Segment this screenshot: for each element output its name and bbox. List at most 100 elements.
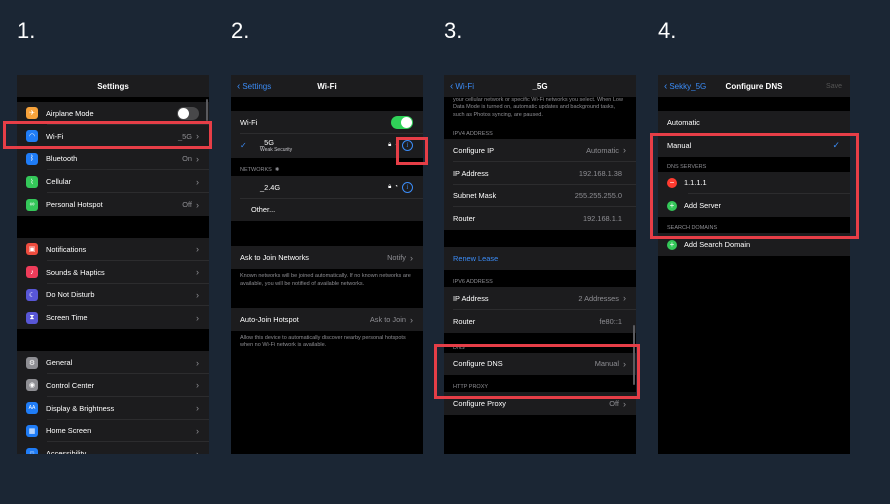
settings-row-label: Airplane Mode	[46, 108, 94, 118]
network-name: _2.4G	[260, 182, 281, 192]
chevron-right-icon: ›	[196, 199, 199, 210]
display-icon: AA	[26, 402, 38, 415]
highlight-info-button	[396, 137, 428, 165]
hotspot-icon: ∞	[26, 198, 38, 211]
router-label: Router	[453, 214, 476, 224]
configure-ip-label: Configure IP	[453, 145, 495, 155]
chevron-right-icon: ›	[196, 425, 199, 436]
ipv6-address-row[interactable]: IP Address 2 Addresses ›	[444, 286, 636, 310]
automatic-label: Automatic	[667, 117, 700, 127]
chevron-left-icon: ‹	[664, 80, 668, 92]
settings-row-label: Accessibility	[46, 449, 87, 454]
settings-row-label: General	[46, 358, 73, 368]
network-security: Weak Security	[260, 147, 293, 154]
settings-row-label: Do Not Disturb	[46, 290, 95, 300]
wifi-toggle[interactable]	[391, 115, 413, 129]
ip-address-label: IP Address	[453, 168, 489, 178]
phone-wifi-screen: ‹ Settings Wi-Fi Wi-Fi ✓ _5G Weak Securit…	[231, 75, 423, 454]
other-network-row[interactable]: Other...	[231, 198, 423, 222]
settings-row-bluetooth[interactable]: ᛒ Bluetooth On ›	[17, 147, 209, 171]
chevron-right-icon: ›	[410, 252, 413, 263]
configure-proxy-value: Off	[609, 399, 619, 409]
wifi-label: Wi-Fi	[240, 117, 258, 127]
chevron-right-icon: ›	[196, 403, 199, 414]
settings-group-general: ⚙ General › ◉ Control Center › AA Display & Bri…	[17, 351, 209, 454]
settings-row-label: Screen Time	[46, 313, 88, 323]
wifi-toggle-row: Wi-Fi	[231, 111, 423, 134]
settings-row-label: Personal Hotspot	[46, 200, 103, 210]
low-data-mode-note: your cellular network or specific Wi-Fi …	[453, 97, 623, 118]
airplane-mode-toggle[interactable]	[177, 106, 199, 120]
home-screen-icon: ▦	[26, 424, 38, 437]
ask-to-join-value: Notify	[387, 253, 406, 263]
chevron-right-icon: ›	[196, 244, 199, 255]
moon-icon: ☾	[26, 288, 38, 301]
settings-row-sounds-haptics[interactable]: ♪ Sounds & Haptics ›	[17, 260, 209, 284]
ipv6-address-value: 2 Addresses	[578, 293, 619, 303]
configure-ip-row[interactable]: Configure IP Automatic ›	[444, 139, 636, 162]
add-icon: +	[667, 239, 677, 250]
wifi-navbar: ‹ Settings Wi-Fi	[231, 75, 423, 97]
back-button[interactable]: ‹ Wi-Fi	[450, 75, 474, 97]
scrollbar[interactable]	[206, 99, 208, 121]
settings-row-general[interactable]: ⚙ General ›	[17, 351, 209, 374]
chevron-left-icon: ‹	[450, 80, 454, 92]
spinner-icon: ✺	[274, 166, 280, 173]
chevron-right-icon: ›	[196, 176, 199, 187]
lock-icon: 🔒︎	[388, 183, 392, 190]
dns-navbar: ‹ Sekky_5G Configure DNS Save	[658, 75, 850, 97]
checkmark-icon: ✓	[240, 141, 247, 151]
settings-row-label: Cellular	[46, 177, 72, 187]
ask-to-join-note: Known networks will be joined automatica…	[240, 273, 411, 287]
settings-row-label: Home Screen	[46, 426, 92, 436]
airplane-icon: ✈	[26, 107, 38, 120]
settings-row-home-screen[interactable]: ▦ Home Screen ›	[17, 419, 209, 443]
router-value: 192.168.1.1	[582, 214, 622, 224]
settings-row-label: Display & Brightness	[46, 403, 115, 413]
chevron-right-icon: ›	[623, 145, 626, 156]
settings-row-accessibility[interactable]: ☺ Accessibility ›	[17, 442, 209, 454]
other-label: Other...	[251, 205, 276, 215]
settings-row-display-brightness[interactable]: AA Display & Brightness ›	[17, 396, 209, 420]
settings-row-control-center[interactable]: ◉ Control Center ›	[17, 373, 209, 397]
ipv6-router-label: Router	[453, 316, 476, 326]
back-button[interactable]: ‹ Settings	[237, 75, 271, 97]
settings-row-personal-hotspot[interactable]: ∞ Personal Hotspot Off ›	[17, 193, 209, 216]
automatic-option[interactable]: Automatic	[658, 111, 850, 134]
settings-group-connectivity: ✈ Airplane Mode ◠ Wi-Fi _5G › ᛒ Bluetooth On › ⌇ Ce…	[17, 102, 209, 216]
network-row-5g[interactable]: ✓ _5G Weak Security 🔒︎ ◔ i	[231, 133, 423, 158]
cellular-icon: ⌇	[26, 175, 38, 188]
step-number-4: 4.	[658, 18, 677, 43]
settings-navbar: Settings	[17, 75, 209, 97]
settings-row-cellular[interactable]: ⌇ Cellular ›	[17, 170, 209, 194]
settings-row-label: Control Center	[46, 380, 95, 390]
chevron-left-icon: ‹	[237, 80, 241, 92]
ask-to-join-row[interactable]: Ask to Join Networks Notify ›	[231, 246, 423, 270]
settings-row-screen-time[interactable]: ⧗ Screen Time ›	[17, 306, 209, 330]
back-button[interactable]: ‹ Sekky_5G	[664, 75, 706, 97]
renew-lease-button[interactable]: Renew Lease	[444, 247, 636, 270]
ipv6-header: IPV6 ADDRESS	[453, 278, 493, 285]
auto-join-value: Ask to Join	[369, 315, 406, 325]
info-icon[interactable]: i	[402, 181, 413, 193]
network-navbar: ‹ Wi-Fi _5G	[444, 75, 636, 97]
ip-address-row: IP Address 192.168.1.38	[444, 161, 636, 185]
highlight-configure-dns	[434, 344, 640, 399]
ipv4-header: IPV4 ADDRESS	[453, 131, 493, 137]
settings-row-notifications[interactable]: ▣ Notifications ›	[17, 237, 209, 261]
step-number-1: 1.	[17, 18, 36, 43]
settings-row-value: On	[182, 154, 192, 164]
chevron-right-icon: ›	[196, 380, 199, 391]
bluetooth-icon: ᛒ	[26, 152, 38, 165]
auto-join-hotspot-row[interactable]: Auto-Join Hotspot Ask to Join ›	[231, 308, 423, 331]
settings-row-do-not-disturb[interactable]: ☾ Do Not Disturb ›	[17, 283, 209, 307]
wifi-signal-icon: ◔	[394, 184, 398, 191]
save-button[interactable]: Save	[826, 75, 842, 97]
back-label: Wi-Fi	[455, 81, 474, 91]
network-row-2g[interactable]: _2.4G 🔒︎ ◔ i	[231, 175, 423, 199]
chevron-right-icon: ›	[196, 448, 199, 454]
highlight-wifi-row	[3, 121, 212, 149]
back-label: Settings	[242, 81, 272, 91]
accessibility-icon: ☺	[26, 447, 38, 454]
sounds-icon: ♪	[26, 266, 38, 279]
